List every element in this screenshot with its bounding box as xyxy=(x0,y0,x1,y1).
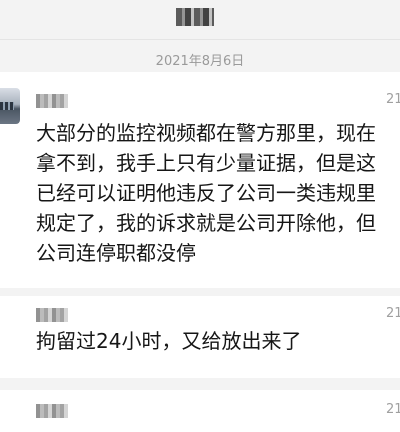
message-line: 规定了，我的诉求就是公司开除他，但 xyxy=(36,211,376,235)
sender-name-blurred xyxy=(36,404,68,418)
message-text: 拘留过24小时，又给放出来了 xyxy=(36,326,400,356)
message-card-2[interactable]: 21 拘留过24小时，又给放出来了 xyxy=(0,296,400,378)
message-line: 拘留过24小时，又给放出来了 xyxy=(36,329,302,353)
sender-name-blurred xyxy=(36,94,68,108)
message-line: 大部分的监控视频都在警方那里，现在 xyxy=(36,121,376,145)
message-line: 拿不到，我手上只有少量证据，但是这 xyxy=(36,151,376,175)
message-time: 21 xyxy=(386,306,400,321)
message-line: 已经可以证明他违反了公司一类违规里 xyxy=(36,181,376,205)
message-text: 大部分的监控视频都在警方那里，现在 拿不到，我手上只有少量证据，但是这 已经可以… xyxy=(36,118,400,268)
date-stamp: 2021年8月6日 xyxy=(155,54,245,69)
message-card-3[interactable]: 21 xyxy=(0,390,400,432)
message-line: 公司连停职都没停 xyxy=(36,241,196,265)
sender-name-blurred xyxy=(36,308,68,322)
message-time: 21 xyxy=(386,92,400,107)
message-card-1[interactable]: 21 大部分的监控视频都在警方那里，现在 拿不到，我手上只有少量证据，但是这 已… xyxy=(0,72,400,288)
avatar-image[interactable] xyxy=(0,88,20,124)
chat-title-blurred xyxy=(176,8,214,26)
header-divider xyxy=(0,39,400,40)
message-time: 21 xyxy=(386,402,400,417)
